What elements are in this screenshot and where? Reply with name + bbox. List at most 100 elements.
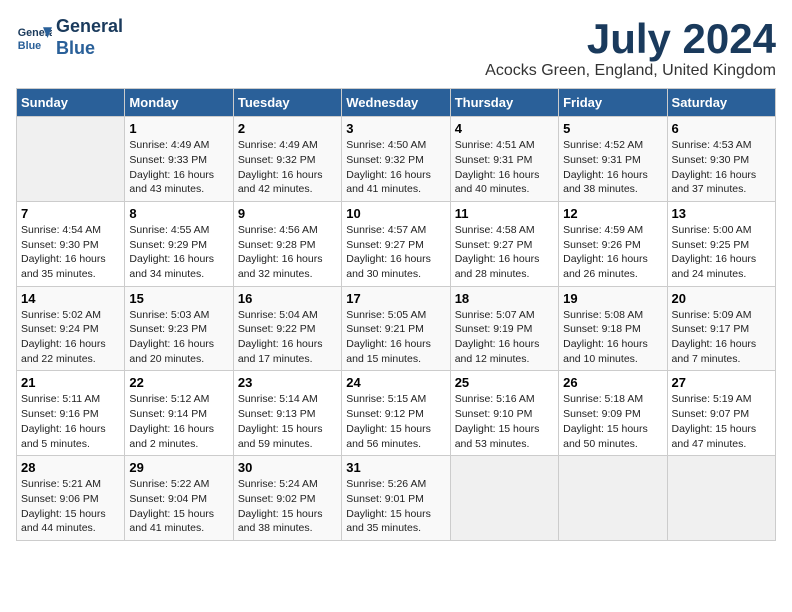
calendar-cell: 28Sunrise: 5:21 AM Sunset: 9:06 PM Dayli…	[17, 456, 125, 541]
day-number: 9	[238, 206, 337, 221]
calendar-week-4: 21Sunrise: 5:11 AM Sunset: 9:16 PM Dayli…	[17, 371, 776, 456]
calendar-cell	[559, 456, 667, 541]
day-info: Sunrise: 4:52 AM Sunset: 9:31 PM Dayligh…	[563, 138, 662, 197]
calendar-cell: 16Sunrise: 5:04 AM Sunset: 9:22 PM Dayli…	[233, 286, 341, 371]
calendar-cell: 14 Sunrise: 5:02 AM Sunset: 9:24 PM Dayli…	[17, 286, 125, 371]
calendar-cell: 7 Sunrise: 4:54 AM Sunset: 9:30 PM Daylig…	[17, 201, 125, 286]
day-number: 20	[672, 291, 771, 306]
calendar-cell: 30 Sunrise: 5:24 AM Sunset: 9:02 PM Dayli…	[233, 456, 341, 541]
calendar-cell: 23 Sunrise: 5:14 AM Sunset: 9:13 PM Dayli…	[233, 371, 341, 456]
day-number: 25	[455, 375, 554, 390]
calendar-week-5: 28Sunrise: 5:21 AM Sunset: 9:06 PM Dayli…	[17, 456, 776, 541]
calendar-cell: 1 Sunrise: 4:49 AM Sunset: 9:33 PM Daylig…	[125, 117, 233, 202]
column-header-monday: Monday	[125, 89, 233, 117]
day-info: Sunrise: 5:05 AM Sunset: 9:21 PM Dayligh…	[346, 308, 445, 367]
calendar-cell: 10 Sunrise: 4:57 AM Sunset: 9:27 PM Dayli…	[342, 201, 450, 286]
calendar-table: SundayMondayTuesdayWednesdayThursdayFrid…	[16, 88, 776, 541]
calendar-cell: 8Sunrise: 4:55 AM Sunset: 9:29 PM Daylig…	[125, 201, 233, 286]
svg-text:Blue: Blue	[18, 39, 41, 51]
calendar-cell: 12 Sunrise: 4:59 AM Sunset: 9:26 PM Dayli…	[559, 201, 667, 286]
day-info: Sunrise: 4:59 AM Sunset: 9:26 PM Dayligh…	[563, 223, 662, 282]
column-header-saturday: Saturday	[667, 89, 775, 117]
calendar-title: July 2024	[485, 16, 776, 62]
day-number: 23	[238, 375, 337, 390]
day-number: 18	[455, 291, 554, 306]
day-info: Sunrise: 5:09 AM Sunset: 9:17 PM Dayligh…	[672, 308, 771, 367]
calendar-cell: 18 Sunrise: 5:07 AM Sunset: 9:19 PM Dayli…	[450, 286, 558, 371]
calendar-cell: 25 Sunrise: 5:16 AM Sunset: 9:10 PM Dayli…	[450, 371, 558, 456]
column-header-thursday: Thursday	[450, 89, 558, 117]
calendar-cell: 9Sunrise: 4:56 AM Sunset: 9:28 PM Daylig…	[233, 201, 341, 286]
column-header-tuesday: Tuesday	[233, 89, 341, 117]
day-number: 31	[346, 460, 445, 475]
day-info: Sunrise: 4:49 AM Sunset: 9:32 PM Dayligh…	[238, 138, 337, 197]
calendar-cell: 11Sunrise: 4:58 AM Sunset: 9:27 PM Dayli…	[450, 201, 558, 286]
calendar-cell: 3 Sunrise: 4:50 AM Sunset: 9:32 PM Daylig…	[342, 117, 450, 202]
day-info: Sunrise: 5:24 AM Sunset: 9:02 PM Dayligh…	[238, 477, 337, 536]
calendar-cell: 5Sunrise: 4:52 AM Sunset: 9:31 PM Daylig…	[559, 117, 667, 202]
day-number: 6	[672, 121, 771, 136]
day-info: Sunrise: 5:07 AM Sunset: 9:19 PM Dayligh…	[455, 308, 554, 367]
calendar-cell	[450, 456, 558, 541]
calendar-cell: 31 Sunrise: 5:26 AM Sunset: 9:01 PM Dayli…	[342, 456, 450, 541]
day-info: Sunrise: 5:14 AM Sunset: 9:13 PM Dayligh…	[238, 392, 337, 451]
day-info: Sunrise: 4:49 AM Sunset: 9:33 PM Dayligh…	[129, 138, 228, 197]
day-number: 3	[346, 121, 445, 136]
calendar-subtitle: Acocks Green, England, United Kingdom	[485, 62, 776, 80]
day-number: 2	[238, 121, 337, 136]
calendar-header-row: SundayMondayTuesdayWednesdayThursdayFrid…	[17, 89, 776, 117]
day-number: 13	[672, 206, 771, 221]
day-number: 14	[21, 291, 120, 306]
column-header-friday: Friday	[559, 89, 667, 117]
day-number: 17	[346, 291, 445, 306]
logo-icon: General Blue	[16, 20, 52, 56]
title-area: July 2024 Acocks Green, England, United …	[485, 16, 776, 80]
logo: General Blue General Blue	[16, 16, 123, 59]
header: General Blue General Blue July 2024 Acoc…	[16, 16, 776, 80]
day-info: Sunrise: 5:16 AM Sunset: 9:10 PM Dayligh…	[455, 392, 554, 451]
day-number: 21	[21, 375, 120, 390]
calendar-cell: 6 Sunrise: 4:53 AM Sunset: 9:30 PM Daylig…	[667, 117, 775, 202]
day-info: Sunrise: 5:02 AM Sunset: 9:24 PM Dayligh…	[21, 308, 120, 367]
day-number: 1	[129, 121, 228, 136]
day-info: Sunrise: 5:12 AM Sunset: 9:14 PM Dayligh…	[129, 392, 228, 451]
day-info: Sunrise: 4:54 AM Sunset: 9:30 PM Dayligh…	[21, 223, 120, 282]
day-number: 7	[21, 206, 120, 221]
day-number: 16	[238, 291, 337, 306]
day-info: Sunrise: 5:26 AM Sunset: 9:01 PM Dayligh…	[346, 477, 445, 536]
day-number: 29	[129, 460, 228, 475]
calendar-body: 1 Sunrise: 4:49 AM Sunset: 9:33 PM Daylig…	[17, 117, 776, 541]
day-info: Sunrise: 5:03 AM Sunset: 9:23 PM Dayligh…	[129, 308, 228, 367]
day-number: 30	[238, 460, 337, 475]
calendar-cell: 19Sunrise: 5:08 AM Sunset: 9:18 PM Dayli…	[559, 286, 667, 371]
day-info: Sunrise: 4:53 AM Sunset: 9:30 PM Dayligh…	[672, 138, 771, 197]
calendar-cell: 26 Sunrise: 5:18 AM Sunset: 9:09 PM Dayli…	[559, 371, 667, 456]
day-info: Sunrise: 5:15 AM Sunset: 9:12 PM Dayligh…	[346, 392, 445, 451]
calendar-cell: 17 Sunrise: 5:05 AM Sunset: 9:21 PM Dayli…	[342, 286, 450, 371]
calendar-cell	[17, 117, 125, 202]
day-number: 12	[563, 206, 662, 221]
day-number: 27	[672, 375, 771, 390]
day-number: 26	[563, 375, 662, 390]
day-info: Sunrise: 5:22 AM Sunset: 9:04 PM Dayligh…	[129, 477, 228, 536]
day-number: 10	[346, 206, 445, 221]
logo-text: General Blue	[56, 16, 123, 59]
calendar-cell: 4 Sunrise: 4:51 AM Sunset: 9:31 PM Daylig…	[450, 117, 558, 202]
day-info: Sunrise: 4:50 AM Sunset: 9:32 PM Dayligh…	[346, 138, 445, 197]
day-info: Sunrise: 5:18 AM Sunset: 9:09 PM Dayligh…	[563, 392, 662, 451]
day-info: Sunrise: 4:51 AM Sunset: 9:31 PM Dayligh…	[455, 138, 554, 197]
calendar-cell: 27 Sunrise: 5:19 AM Sunset: 9:07 PM Dayli…	[667, 371, 775, 456]
day-number: 4	[455, 121, 554, 136]
calendar-week-3: 14 Sunrise: 5:02 AM Sunset: 9:24 PM Dayli…	[17, 286, 776, 371]
day-info: Sunrise: 4:57 AM Sunset: 9:27 PM Dayligh…	[346, 223, 445, 282]
calendar-cell	[667, 456, 775, 541]
day-info: Sunrise: 5:19 AM Sunset: 9:07 PM Dayligh…	[672, 392, 771, 451]
calendar-cell: 29 Sunrise: 5:22 AM Sunset: 9:04 PM Dayli…	[125, 456, 233, 541]
calendar-week-2: 7 Sunrise: 4:54 AM Sunset: 9:30 PM Daylig…	[17, 201, 776, 286]
day-number: 22	[129, 375, 228, 390]
column-header-wednesday: Wednesday	[342, 89, 450, 117]
day-info: Sunrise: 5:00 AM Sunset: 9:25 PM Dayligh…	[672, 223, 771, 282]
day-number: 8	[129, 206, 228, 221]
day-info: Sunrise: 5:08 AM Sunset: 9:18 PM Dayligh…	[563, 308, 662, 367]
day-info: Sunrise: 4:58 AM Sunset: 9:27 PM Dayligh…	[455, 223, 554, 282]
